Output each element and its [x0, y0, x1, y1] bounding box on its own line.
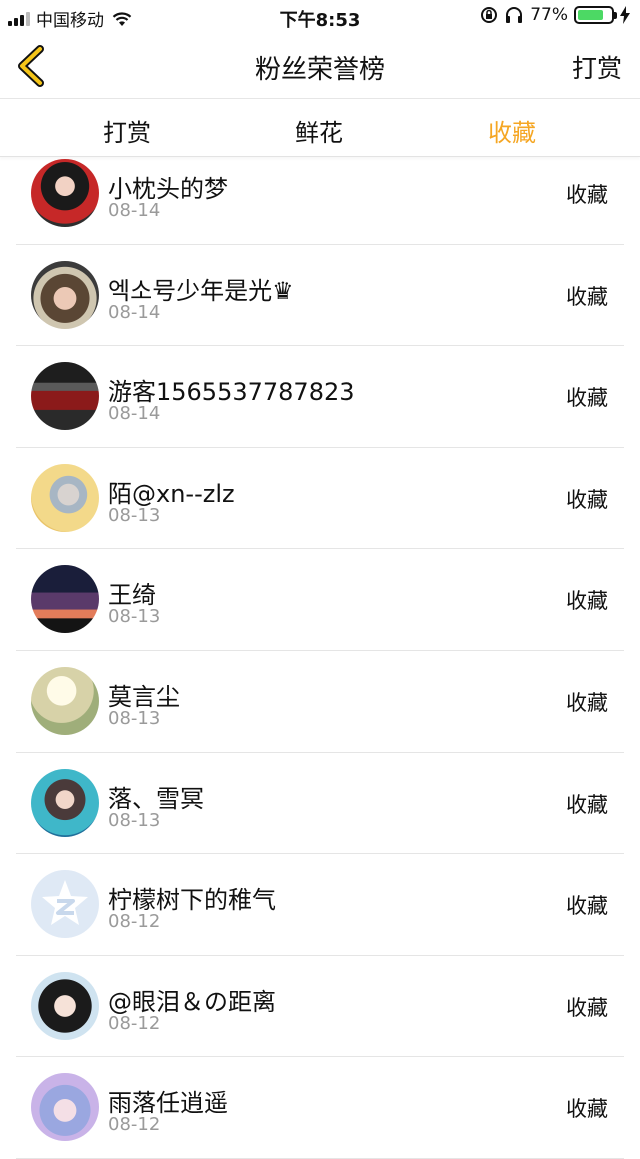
fan-action: 收藏 [566, 487, 608, 512]
reward-button[interactable]: 打赏 [572, 49, 622, 85]
avatar [31, 159, 99, 227]
avatar [31, 971, 99, 1040]
list-item[interactable]: 王绮 08-13 收藏 [16, 549, 624, 651]
fan-date: 08-12 [108, 1012, 161, 1034]
list-item[interactable]: 小枕头的梦 08-14 收藏 [16, 143, 624, 245]
fan-name: 엑소号少年是光♛ [108, 276, 294, 305]
status-right: 77% [480, 5, 630, 25]
charging-bolt-icon [620, 6, 630, 24]
avatar [31, 1073, 99, 1142]
avatar [31, 666, 99, 735]
avatar [31, 362, 99, 431]
fan-action: 收藏 [566, 792, 608, 817]
fan-date: 08-13 [108, 707, 161, 729]
fan-date: 08-14 [108, 200, 161, 221]
fan-list: 小枕头的梦 08-14 收藏 엑소号少年是光♛ 08-14 收藏 游客15655… [16, 143, 624, 1159]
fan-name: 柠檬树下的稚气 [108, 886, 276, 915]
rotation-lock-icon [481, 7, 498, 23]
fan-name: 雨落任逍遥 [108, 1089, 228, 1118]
nav-bar: 粉丝荣誉榜 打赏 [0, 34, 640, 99]
fan-date: 08-14 [108, 403, 161, 425]
fan-date: 08-13 [108, 504, 161, 526]
fan-action: 收藏 [566, 386, 608, 411]
avatar [31, 463, 99, 532]
avatar [31, 565, 99, 634]
fan-date: 08-12 [108, 1114, 161, 1136]
battery-icon [574, 6, 617, 24]
fan-action: 收藏 [566, 690, 608, 715]
fan-name: 陌@xn--zlz [108, 479, 235, 508]
default-avatar-icon [42, 880, 88, 926]
list-item[interactable]: 陌@xn--zlz 08-13 收藏 [16, 448, 624, 550]
list-item[interactable]: 雨落任逍遥 08-12 收藏 [16, 1057, 624, 1159]
list-item[interactable]: @眼泪＆の距离 08-12 收藏 [16, 956, 624, 1058]
fan-name: 莫言尘 [108, 682, 180, 711]
fan-action: 收藏 [566, 589, 608, 614]
fan-action: 收藏 [566, 1097, 608, 1122]
avatar [31, 870, 99, 939]
fan-name: 小枕头的梦 [108, 175, 228, 203]
fan-action: 收藏 [566, 284, 608, 309]
fan-name: 落、雪冥 [108, 784, 204, 813]
fan-date: 08-14 [108, 301, 161, 323]
page-title: 粉丝荣誉榜 [254, 55, 385, 85]
fan-name: 游客1565537787823 [108, 378, 355, 407]
fan-name: 王绮 [108, 581, 156, 610]
list-item[interactable]: 엑소号少年是光♛ 08-14 收藏 [16, 245, 624, 347]
fan-date: 08-13 [108, 606, 161, 628]
status-bar: 中国移动 下午8:53 77% [0, 0, 640, 34]
fan-date: 08-12 [108, 911, 161, 933]
headphones-icon [506, 7, 523, 23]
avatar [31, 260, 99, 329]
list-item[interactable]: 游客1565537787823 08-14 收藏 [16, 346, 624, 448]
avatar [31, 768, 99, 837]
fan-action: 收藏 [566, 183, 608, 207]
fan-date: 08-13 [108, 809, 161, 831]
list-item[interactable]: 落、雪冥 08-13 收藏 [16, 753, 624, 855]
list-item[interactable]: 莫言尘 08-13 收藏 [16, 651, 624, 753]
battery-percent: 77% [530, 5, 568, 25]
fan-name: @眼泪＆の距离 [108, 987, 276, 1016]
fan-action: 收藏 [566, 894, 608, 919]
fan-action: 收藏 [566, 995, 608, 1020]
list-item[interactable]: 柠檬树下的稚气 08-12 收藏 [16, 854, 624, 956]
